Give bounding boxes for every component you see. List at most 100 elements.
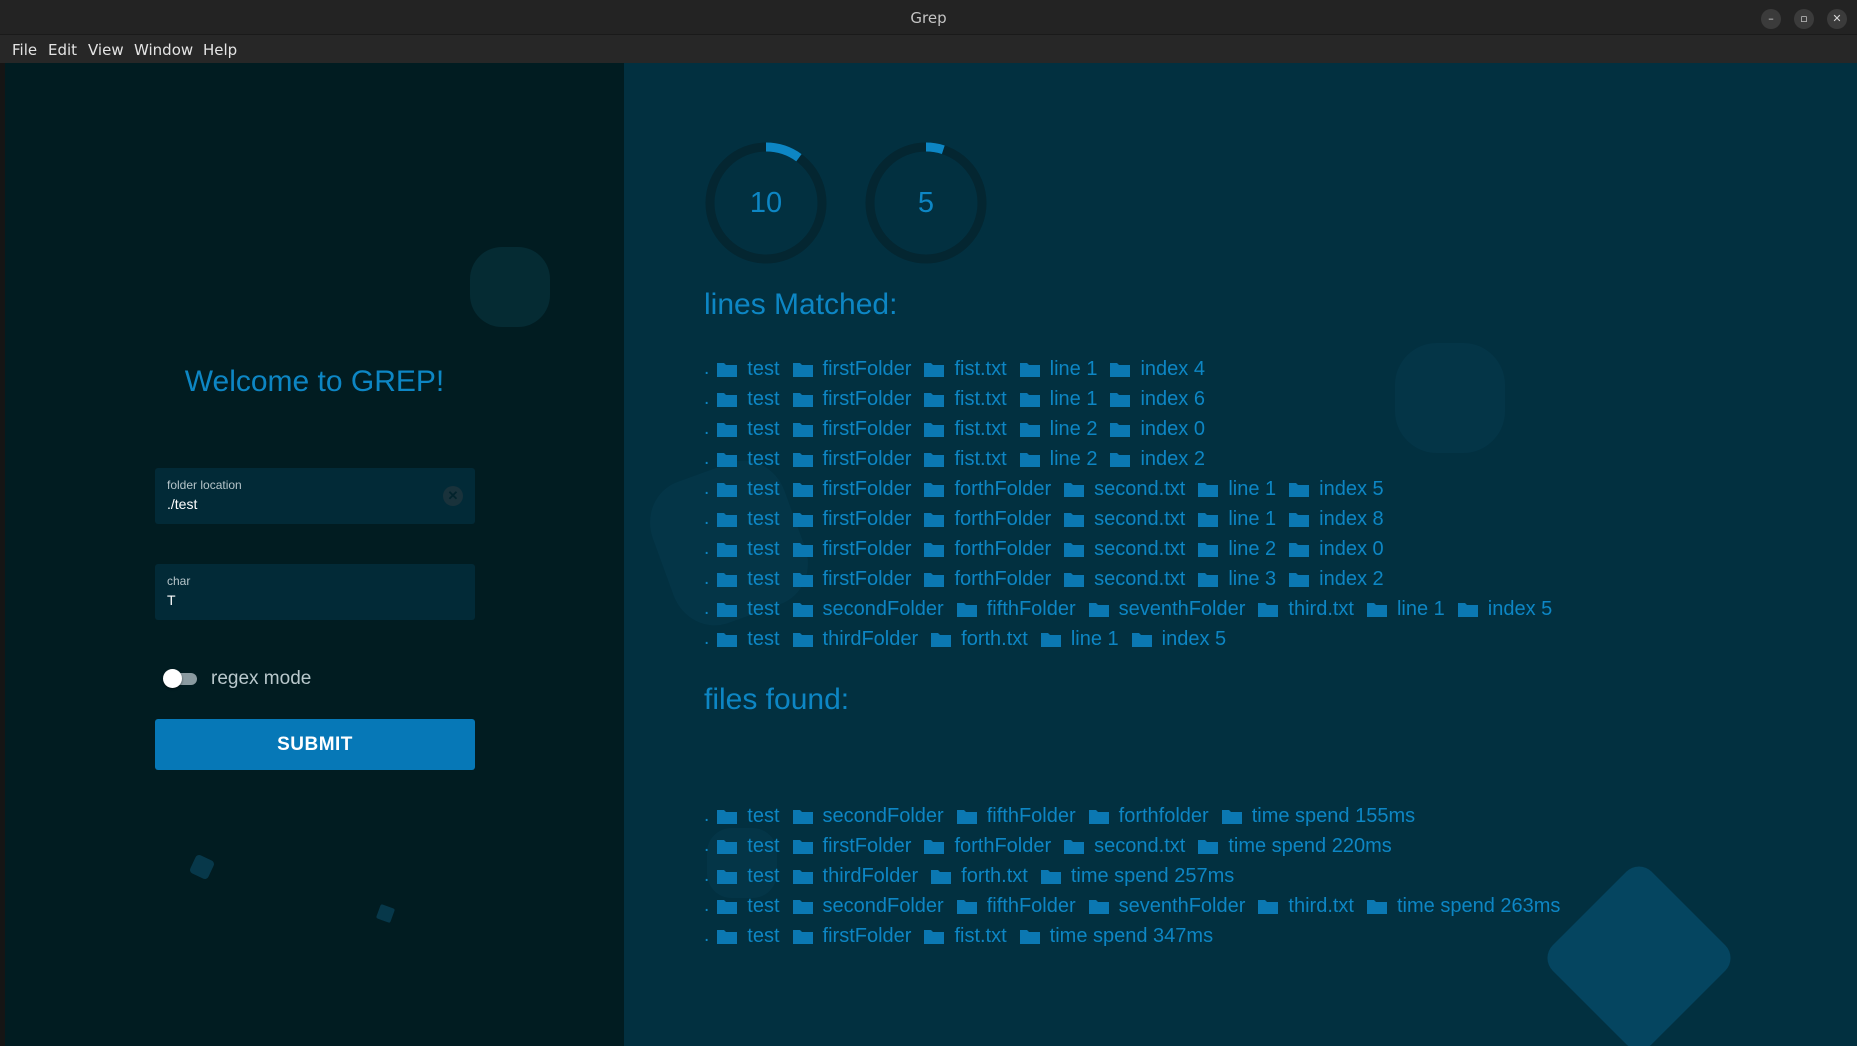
path-segment: forthFolder: [924, 568, 1051, 591]
path-segment: test: [717, 418, 780, 441]
segment-label: index 2: [1319, 567, 1384, 590]
segment-label: forthFolder: [954, 567, 1052, 590]
minimize-button[interactable]: –: [1761, 9, 1781, 29]
folder-icon: [1131, 632, 1152, 647]
files-found-heading: files found:: [704, 683, 850, 716]
maximize-button[interactable]: ▫: [1794, 9, 1814, 29]
close-button[interactable]: ✕: [1827, 9, 1847, 29]
path-segment: second.txt: [1064, 568, 1185, 591]
folder-icon: [1019, 929, 1040, 944]
segment-label: third.txt: [1288, 894, 1354, 917]
folder-icon: [717, 392, 738, 407]
path-segment: time spend 263ms: [1366, 895, 1560, 918]
path-segment: line 1: [1019, 358, 1097, 381]
files-count: 5: [917, 187, 935, 219]
folder-icon: [1019, 362, 1040, 377]
segment-label: firstFolder: [822, 834, 912, 857]
folder-icon: [1110, 392, 1131, 407]
folder-icon: [792, 809, 813, 824]
submit-button[interactable]: SUBMIT: [155, 719, 475, 770]
path-segment: time spend 155ms: [1221, 804, 1416, 828]
path-segment: firstFolder: [792, 507, 912, 531]
clear-icon[interactable]: ✕: [443, 486, 463, 506]
char-field[interactable]: char T: [155, 564, 475, 620]
segment-label: firstFolder: [822, 417, 912, 440]
segment-label: time spend 155ms: [1251, 804, 1416, 827]
folder-icon: [924, 839, 945, 854]
decor-shape: [1540, 859, 1738, 1046]
path-segment: index 5: [1289, 478, 1384, 501]
path-segment: test: [717, 835, 780, 858]
match-row: . test firstFolder forthFolder second.txt lin…: [704, 535, 1397, 563]
folder-icon: [792, 899, 813, 914]
menu-view[interactable]: View: [88, 41, 124, 59]
folder-location-field[interactable]: folder location ./test ✕: [155, 468, 475, 524]
char-value[interactable]: T: [167, 592, 176, 608]
segment-label: index 5: [1487, 597, 1553, 620]
folder-icon: [717, 602, 738, 617]
segment-label: index 8: [1319, 507, 1384, 530]
root-dot: .: [704, 925, 710, 946]
menu-help[interactable]: Help: [203, 41, 237, 59]
welcome-heading: Welcome to GREP!: [184, 365, 445, 398]
match-row: . test firstFolder forthFolder second.txt lin…: [704, 475, 1397, 503]
menu-bar: File Edit View Window Help: [0, 35, 1857, 63]
segment-label: test: [747, 507, 780, 530]
folder-icon: [1198, 482, 1219, 497]
folder-icon: [717, 482, 738, 497]
folder-icon: [931, 632, 952, 647]
match-row: . test firstFolder fist.txt line 1 index 4: [704, 355, 1218, 383]
path-segment: firstFolder: [792, 834, 912, 858]
folder-icon: [1289, 512, 1310, 527]
regex-mode-label: regex mode: [211, 668, 312, 689]
segment-label: fifthFolder: [986, 597, 1076, 620]
path-segment: line 2: [1019, 418, 1097, 441]
folder-icon: [717, 572, 738, 587]
folder-icon: [1019, 452, 1040, 467]
segment-label: line 1: [1228, 477, 1277, 500]
segment-label: fist.txt: [954, 447, 1007, 470]
segment-label: firstFolder: [822, 387, 912, 410]
folder-icon: [792, 929, 813, 944]
path-segment: seventhFolder: [1088, 895, 1245, 918]
segment-label: fifthFolder: [986, 894, 1076, 917]
folder-icon: [792, 512, 813, 527]
segment-label: test: [747, 627, 780, 650]
menu-file[interactable]: File: [12, 41, 37, 59]
segment-label: forthfolder: [1118, 804, 1209, 827]
toggle-knob[interactable]: [163, 669, 182, 688]
path-segment: second.txt: [1064, 835, 1185, 858]
folder-location-value[interactable]: ./test: [167, 496, 197, 512]
path-segment: firstFolder: [792, 925, 911, 948]
segment-label: line 1: [1049, 387, 1098, 410]
root-dot: .: [704, 628, 710, 649]
folder-icon: [1289, 572, 1310, 587]
path-segment: test: [717, 478, 780, 501]
root-dot: .: [704, 388, 710, 409]
segment-label: index 6: [1140, 387, 1205, 410]
folder-icon: [1064, 512, 1085, 527]
folder-icon: [924, 482, 945, 497]
folder-icon: [1064, 482, 1085, 497]
match-row: . test firstFolder fist.txt line 1 index 6: [704, 385, 1218, 413]
segment-label: fist.txt: [954, 387, 1007, 410]
search-panel: Welcome to GREP! folder location ./test …: [5, 63, 624, 1046]
root-dot: .: [704, 508, 710, 529]
segment-label: firstFolder: [822, 507, 912, 530]
match-row: . test firstFolder fist.txt line 2 index 0: [704, 415, 1218, 443]
regex-mode-toggle[interactable]: [163, 669, 199, 688]
path-segment: thirdFolder: [792, 865, 918, 888]
results-panel: 10 5 lines Matched: . test firstFolder fist…: [624, 63, 1857, 1046]
segment-label: test: [747, 537, 780, 560]
folder-icon: [792, 452, 813, 467]
path-segment: index 2: [1110, 448, 1205, 471]
folder-icon: [924, 572, 945, 587]
segment-label: second.txt: [1094, 477, 1186, 500]
menu-window[interactable]: Window: [134, 41, 193, 59]
path-segment: index 8: [1289, 508, 1384, 531]
folder-icon: [924, 542, 945, 557]
path-segment: firstFolder: [792, 358, 911, 381]
segment-label: forthFolder: [954, 507, 1052, 530]
folder-icon: [792, 869, 813, 884]
menu-edit[interactable]: Edit: [48, 41, 77, 59]
